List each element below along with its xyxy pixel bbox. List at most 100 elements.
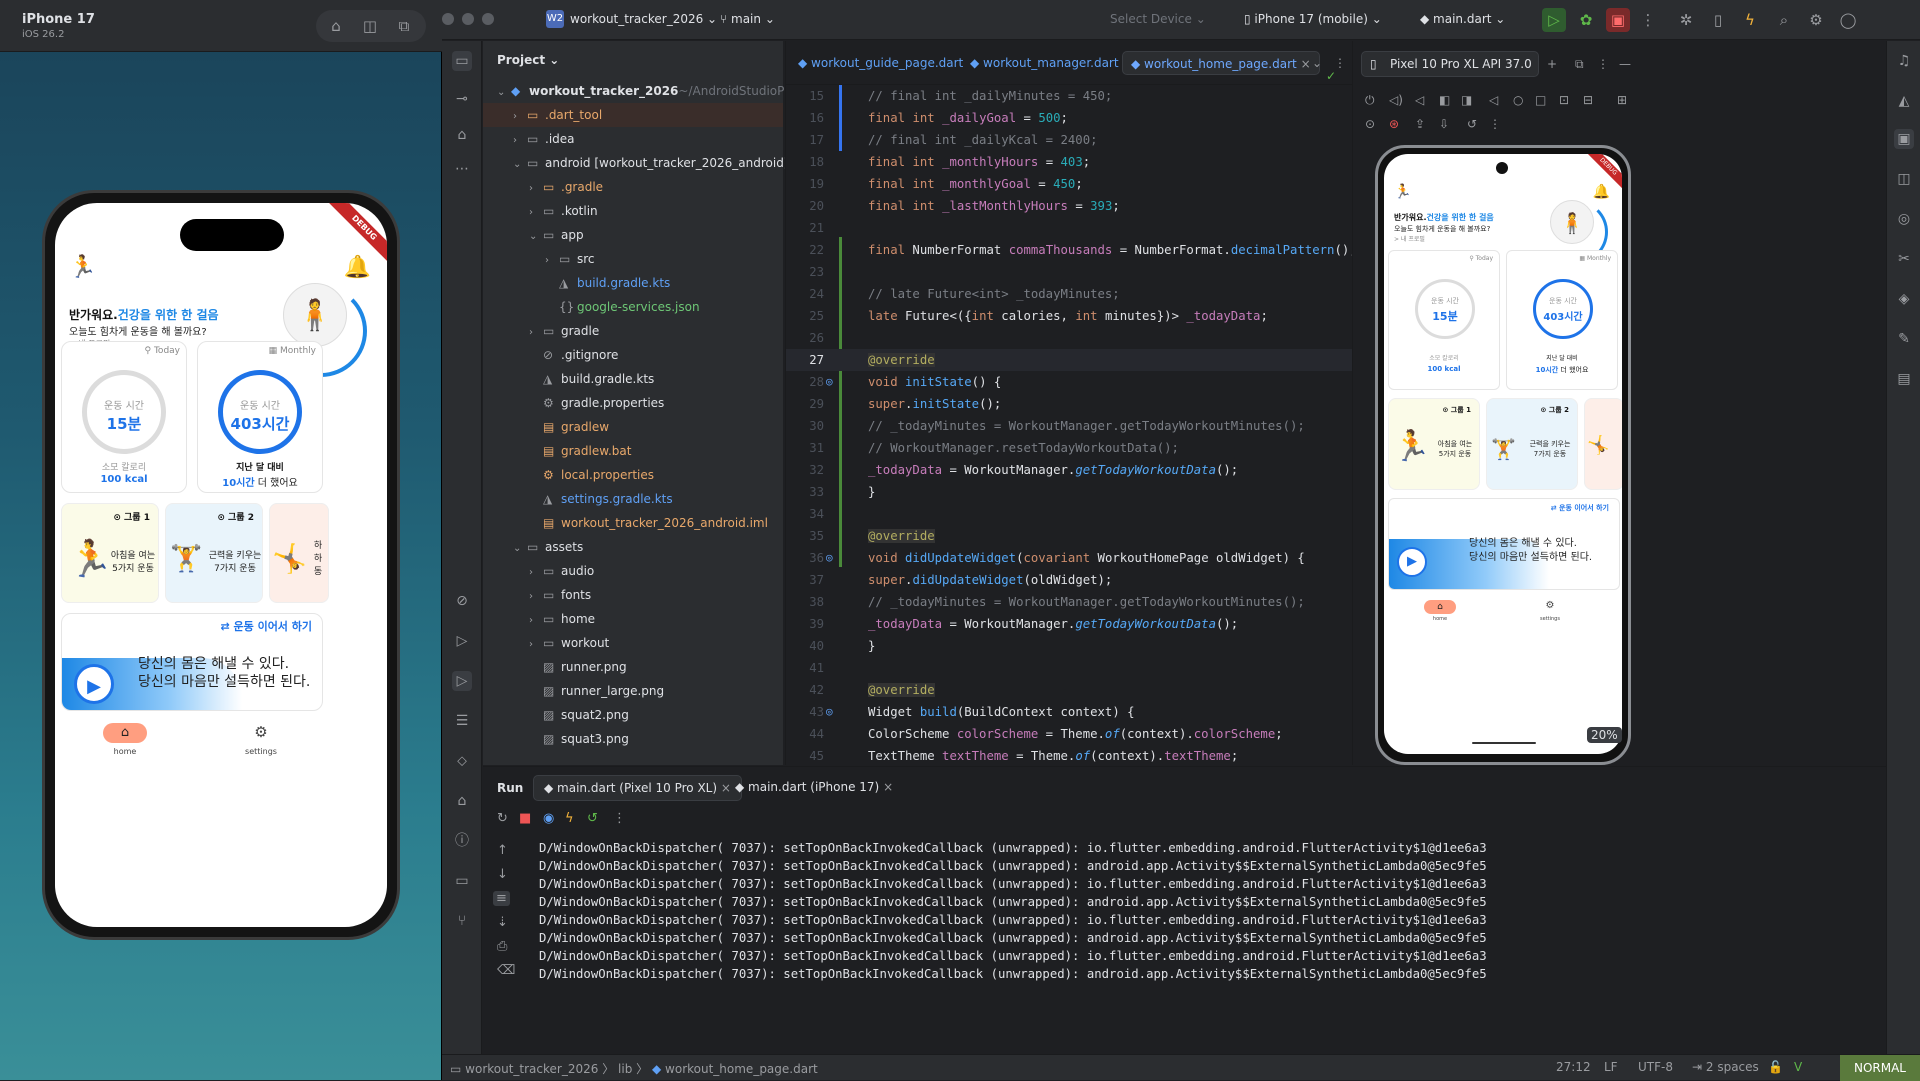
code-line[interactable]: 19 final int _monthlyGoal = 450; (786, 173, 1352, 195)
tree-item[interactable]: ▨ squat2.png (483, 703, 783, 727)
run-tab-pixel[interactable]: ◆ main.dart (Pixel 10 Pro XL) × (533, 775, 742, 801)
overview-icon[interactable]: □ (1535, 93, 1546, 107)
home-tab-label[interactable]: home (103, 747, 147, 756)
scroll-down-icon[interactable]: ↓ (497, 867, 508, 882)
code-line[interactable]: 16 final int _dailyGoal = 500; (786, 107, 1352, 129)
code-line[interactable]: 30 // _todayMinutes = WorkoutManager.get… (786, 415, 1352, 437)
code-line[interactable]: 15 // final int _dailyMinutes = 450; (786, 85, 1352, 107)
avatar[interactable]: 🧍 (1550, 200, 1594, 244)
select-device-dropdown[interactable]: Select Device ⌄ (1110, 12, 1206, 26)
target-device-dropdown[interactable]: ▯ iPhone 17 (mobile) ⌄ (1244, 12, 1382, 26)
running-devices-icon[interactable]: ▣ (1894, 129, 1914, 149)
tree-item[interactable]: ⚙ gradle.properties (483, 391, 783, 415)
run-tool-icon[interactable]: ▷ (452, 671, 472, 691)
code-line[interactable]: 42 @override (786, 679, 1352, 701)
screenshot-icon[interactable]: ◫ (356, 12, 384, 40)
gradle-icon[interactable]: ◭ (1894, 91, 1914, 111)
tree-item[interactable]: ▤ gradlew.bat (483, 439, 783, 463)
bell-icon[interactable]: 🔔 (344, 255, 371, 280)
code-line[interactable]: 41 (786, 657, 1352, 679)
play-button[interactable]: ▶ (74, 664, 114, 704)
scroll-end-icon[interactable]: ⇣ (497, 915, 508, 930)
tree-item[interactable]: ▨ runner.png (483, 655, 783, 679)
stop-devices-icon[interactable]: ▣ (1606, 8, 1630, 32)
flutter-inspector-icon[interactable]: ⊘ (452, 591, 472, 611)
code-line[interactable]: 31 // WorkoutManager.resetTodayWorkoutDa… (786, 437, 1352, 459)
run-tab-iphone[interactable]: ◆ main.dart (iPhone 17) × (725, 775, 903, 801)
tree-item[interactable]: ◮ build.gradle.kts (483, 367, 783, 391)
group-card-3[interactable]: 🤸 하 하 동 (269, 503, 329, 603)
chevron-down-icon[interactable]: ⌄ (513, 153, 527, 177)
mirror-icon[interactable]: ⊟ (1583, 93, 1593, 107)
tree-item[interactable]: ◮ build.gradle.kts (483, 271, 783, 295)
group-card-1[interactable]: ⊙ 그룹 1 🏃 아침을 여는 5가지 운동 (1388, 398, 1480, 490)
tree-item[interactable]: ▤ gradlew (483, 415, 783, 439)
code-line[interactable]: 25 late Future<({int calories, int minute… (786, 305, 1352, 327)
code-line[interactable]: 28 void initState() {◎ (786, 371, 1352, 393)
clear-icon[interactable]: ⌫ (497, 963, 515, 978)
tree-item[interactable]: › ▭ .gradle (483, 175, 783, 199)
home-tab-label[interactable]: home (1424, 616, 1456, 622)
device-manager-icon[interactable]: ▯ (1708, 10, 1728, 30)
rotate-right-icon[interactable]: ◨ (1461, 93, 1472, 107)
group-card-1[interactable]: ⊙ 그룹 1 🏃 아침을 여는 5가지 운동 (61, 503, 159, 603)
rerun-icon[interactable]: ↻ (497, 811, 508, 826)
debug-icon[interactable]: ✿ (1576, 10, 1596, 30)
tab-workout-home-page[interactable]: ◆ workout_home_page.dart × (1122, 51, 1320, 75)
vim-icon[interactable]: V (1794, 1060, 1802, 1074)
search-icon[interactable]: ⌕ (1774, 10, 1794, 30)
layout-inspector-icon[interactable]: ▤ (1894, 369, 1914, 389)
run-config-dropdown[interactable]: ◆ main.dart ⌄ (1420, 12, 1505, 26)
chevron-right-icon[interactable]: › (513, 129, 527, 153)
hot-restart-icon[interactable]: ↺ (587, 811, 598, 826)
override-gutter-icon[interactable]: ◎ (826, 547, 833, 569)
power-icon[interactable]: ⏻ (1365, 93, 1375, 108)
override-gutter-icon[interactable]: ◎ (826, 371, 833, 393)
volume-down-icon[interactable]: ◁ (1415, 93, 1424, 107)
chevron-right-icon[interactable]: › (529, 177, 543, 201)
chevron-right-icon[interactable]: › (529, 561, 543, 585)
add-device-icon[interactable]: + (1547, 57, 1557, 71)
emu-more-icon[interactable]: ⋮ (1489, 117, 1501, 131)
chevron-right-icon[interactable]: › (545, 249, 559, 273)
back-icon[interactable]: ◁ (1489, 93, 1498, 107)
home-tab-icon[interactable]: ⌂ (103, 723, 147, 743)
file-encoding[interactable]: UTF-8 (1638, 1060, 1673, 1074)
caret-position[interactable]: 27:12 (1556, 1060, 1591, 1074)
device-explorer-icon[interactable]: ◫ (1894, 169, 1914, 189)
scroll-up-icon[interactable]: ↑ (497, 843, 508, 858)
rotate-left-icon[interactable]: ◧ (1439, 93, 1450, 107)
chevron-right-icon[interactable]: › (513, 105, 527, 129)
run-more-icon[interactable]: ⋮ (613, 811, 626, 826)
import-icon[interactable]: ⇩ (1439, 117, 1449, 131)
app-quality-icon[interactable]: ◈ (1894, 289, 1914, 309)
profile-link[interactable]: > 내 프로필 (1394, 234, 1425, 243)
settings-tab-label[interactable]: settings (1534, 616, 1566, 622)
hide-icon[interactable]: — (1619, 57, 1631, 71)
flutter-outline-icon[interactable]: ✂ (1894, 249, 1914, 269)
lock-icon[interactable]: 🔓 (1768, 1060, 1783, 1074)
tree-item[interactable]: ◮ settings.gradle.kts (483, 487, 783, 511)
settings-tab-icon[interactable]: ⚙ (1534, 600, 1566, 611)
code-line[interactable]: 36 void didUpdateWidget(covariant Workout… (786, 547, 1352, 569)
code-line[interactable]: 43 Widget build(BuildContext context) {◎ (786, 701, 1352, 723)
home-circle-icon[interactable]: ○ (1513, 93, 1523, 107)
tree-item[interactable]: › ▭ .idea (483, 127, 783, 151)
open-window-icon[interactable]: ⧉ (1575, 57, 1584, 72)
chevron-down-icon[interactable]: ⌄ (513, 537, 527, 561)
chevron-right-icon[interactable]: › (529, 633, 543, 657)
code-line[interactable]: 33} (786, 481, 1352, 503)
code-line[interactable]: 23 (786, 261, 1352, 283)
services-icon[interactable]: ▷ (452, 631, 472, 651)
chevron-down-icon[interactable]: ⌄ (497, 81, 511, 105)
continue-link[interactable]: ⇄ 운동 이어서 하기 (220, 618, 312, 634)
tree-item[interactable]: › ▭ .kotlin (483, 199, 783, 223)
code-line[interactable]: 22 final NumberFormat commaThousands = Nu… (786, 239, 1357, 261)
record-icon[interactable]: ⊛ (1389, 117, 1399, 131)
stop-icon[interactable]: ■ (519, 811, 531, 826)
assistant-icon[interactable]: ◎ (1894, 209, 1914, 229)
pixel-screen[interactable]: DEBUG 🏃 🔔 반가워요.건강을 위한 한 걸음 오늘도 힘차게 운동을 해… (1384, 154, 1622, 754)
continue-card[interactable]: ⇄ 운동 이어서 하기 ▶ 당신의 몸은 해낼 수 있다. 당신의 마음만 설득… (1388, 498, 1620, 590)
layers-icon[interactable]: ☰ (452, 711, 472, 731)
emulator-tab[interactable]: ▯ Pixel 10 Pro XL API 37.0 (1361, 51, 1539, 77)
